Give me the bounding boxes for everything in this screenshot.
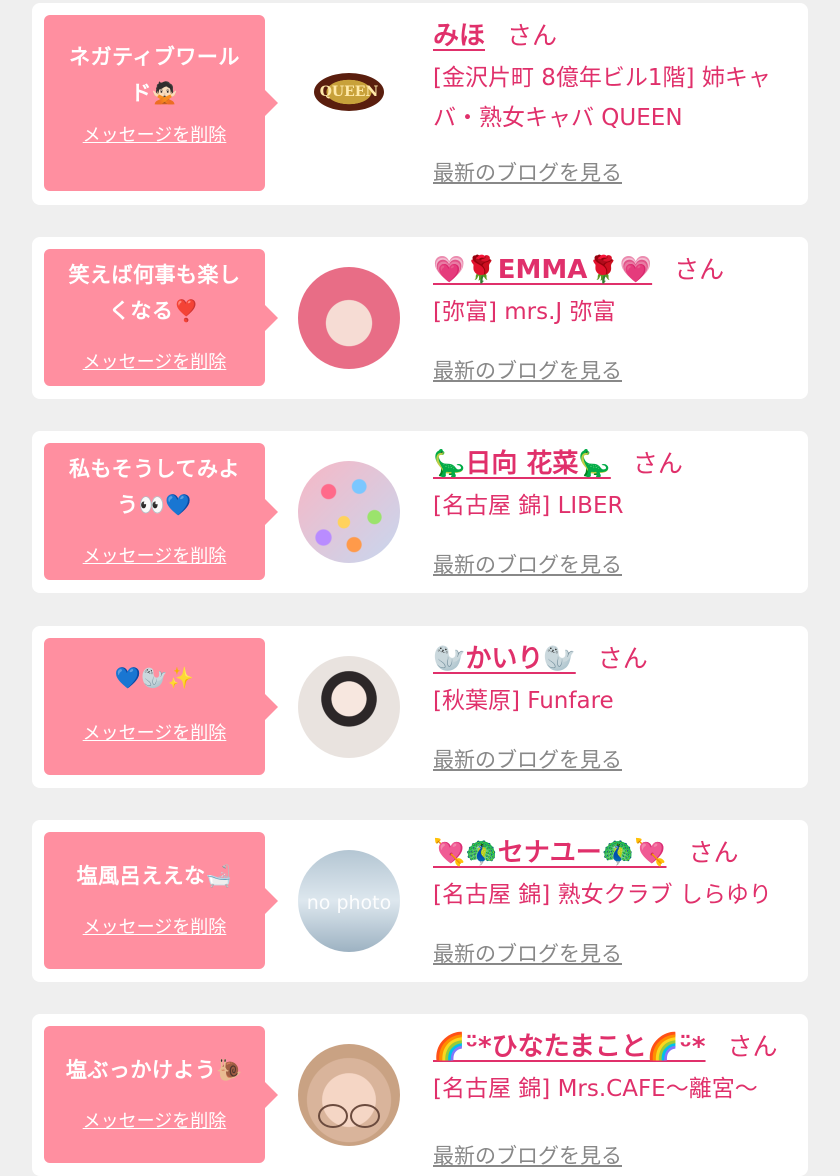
- honorific: さん: [597, 644, 648, 673]
- honorific: さん: [674, 255, 725, 284]
- message-text: 私もそうしてみよ う👀💙: [69, 457, 240, 517]
- message-bubble: 塩ぶっかけよう🐌 メッセージを削除: [44, 1026, 278, 1163]
- message-card: 笑えば何事も楽し くなる❣️ メッセージを削除 💗🌹EMMA🌹💗 さん [弥富] …: [32, 237, 808, 399]
- message-text: ネガティブワール ド🙅🏻: [69, 45, 240, 105]
- latest-blog-link[interactable]: 最新のブログを見る: [433, 355, 622, 385]
- message-card: 塩ぶっかけよう🐌 メッセージを削除 🌈ᵕ̈*ひなたまこと🌈ᵕ̈* さん [名古屋 …: [32, 1014, 808, 1176]
- avatar[interactable]: [298, 267, 400, 369]
- shop-text: [金沢片町 8億年ビル1階] 姉キャ バ・熟女キャバ QUEEN: [433, 65, 771, 131]
- cast-info: 🦭かいり🦭 さん [秋葉原] Funfare: [433, 640, 803, 721]
- cast-info: 💘🦚セナユー🦚💘 さん [名古屋 錦] 熟女クラブ しらゆり: [433, 834, 803, 915]
- message-card: 💙🦭✨ メッセージを削除 🦭かいり🦭 さん [秋葉原] Funfare 最新のブロ…: [32, 626, 808, 788]
- delete-message-link[interactable]: メッセージを削除: [44, 121, 265, 147]
- message-text: 💙🦭✨: [114, 666, 195, 690]
- delete-message-link[interactable]: メッセージを削除: [44, 719, 265, 745]
- honorific: さん: [507, 21, 558, 50]
- name-line: 🌈ᵕ̈*ひなたまこと🌈ᵕ̈* さん: [433, 1028, 803, 1066]
- shop-text: [名古屋 錦] Mrs.CAFE〜離宮〜: [433, 1076, 758, 1102]
- cast-info: 💗🌹EMMA🌹💗 さん [弥富] mrs.J 弥富: [433, 251, 803, 332]
- name-line: 🦕日向 花菜🦕 さん: [433, 445, 803, 483]
- latest-blog-link[interactable]: 最新のブログを見る: [433, 549, 622, 579]
- shop-text: [名古屋 錦] LIBER: [433, 493, 624, 519]
- avatar[interactable]: [298, 461, 400, 563]
- shop-text: [秋葉原] Funfare: [433, 688, 614, 714]
- cast-info: 🌈ᵕ̈*ひなたまこと🌈ᵕ̈* さん [名古屋 錦] Mrs.CAFE〜離宮〜: [433, 1028, 803, 1109]
- no-photo-text: no photo: [306, 892, 392, 914]
- avatar[interactable]: [298, 1044, 400, 1146]
- message-card: ネガティブワール ド🙅🏻 メッセージを削除 QUEEN みほ さん [金沢片町 8…: [32, 3, 808, 205]
- message-text: 塩風呂ええな🛁: [76, 864, 233, 888]
- message-card: 私もそうしてみよ う👀💙 メッセージを削除 🦕日向 花菜🦕 さん [名古屋 錦] …: [32, 431, 808, 593]
- message-card: 塩風呂ええな🛁 メッセージを削除 no photo 💘🦚セナユー🦚💘 さん [名古…: [32, 820, 808, 982]
- message-text: 塩ぶっかけよう🐌: [65, 1058, 244, 1082]
- message-bubble: 笑えば何事も楽し くなる❣️ メッセージを削除: [44, 249, 278, 386]
- cast-name-link[interactable]: みほ: [433, 21, 485, 51]
- name-line: 🦭かいり🦭 さん: [433, 640, 803, 678]
- message-bubble: 💙🦭✨ メッセージを削除: [44, 638, 278, 775]
- avatar-placeholder[interactable]: no photo: [298, 850, 400, 952]
- name-line: みほ さん: [433, 17, 803, 55]
- name-line: 💘🦚セナユー🦚💘 さん: [433, 834, 803, 872]
- cast-name-link[interactable]: 🌈ᵕ̈*ひなたまこと🌈ᵕ̈*: [433, 1032, 706, 1062]
- latest-blog-link[interactable]: 最新のブログを見る: [433, 938, 622, 968]
- delete-message-link[interactable]: メッセージを削除: [44, 542, 265, 568]
- latest-blog-link[interactable]: 最新のブログを見る: [433, 1140, 622, 1170]
- cast-name-link[interactable]: 🦕日向 花菜🦕: [433, 449, 611, 479]
- latest-blog-link[interactable]: 最新のブログを見る: [433, 744, 622, 774]
- delete-message-link[interactable]: メッセージを削除: [44, 348, 265, 374]
- shop-text: [名古屋 錦] 熟女クラブ しらゆり: [433, 882, 772, 908]
- cast-name-link[interactable]: 💘🦚セナユー🦚💘: [433, 838, 667, 868]
- cast-info: 🦕日向 花菜🦕 さん [名古屋 錦] LIBER: [433, 445, 803, 526]
- name-line: 💗🌹EMMA🌹💗 さん: [433, 251, 803, 289]
- message-text: 笑えば何事も楽し くなる❣️: [68, 263, 241, 323]
- honorific: さん: [688, 838, 739, 867]
- message-bubble: ネガティブワール ド🙅🏻 メッセージを削除: [44, 15, 278, 191]
- shop-text: [弥富] mrs.J 弥富: [433, 299, 616, 325]
- avatar[interactable]: [298, 656, 400, 758]
- cast-name-link[interactable]: 💗🌹EMMA🌹💗: [433, 255, 652, 285]
- message-list: ネガティブワール ド🙅🏻 メッセージを削除 QUEEN みほ さん [金沢片町 8…: [0, 0, 840, 1176]
- honorific: さん: [727, 1032, 778, 1061]
- delete-message-link[interactable]: メッセージを削除: [44, 913, 265, 939]
- cast-info: みほ さん [金沢片町 8億年ビル1階] 姉キャ バ・熟女キャバ QUEEN: [433, 17, 803, 138]
- honorific: さん: [632, 449, 683, 478]
- shop-logo: QUEEN: [314, 73, 384, 111]
- cast-name-link[interactable]: 🦭かいり🦭: [433, 644, 576, 674]
- message-bubble: 塩風呂ええな🛁 メッセージを削除: [44, 832, 278, 969]
- delete-message-link[interactable]: メッセージを削除: [44, 1107, 265, 1133]
- message-bubble: 私もそうしてみよ う👀💙 メッセージを削除: [44, 443, 278, 580]
- latest-blog-link[interactable]: 最新のブログを見る: [433, 157, 622, 187]
